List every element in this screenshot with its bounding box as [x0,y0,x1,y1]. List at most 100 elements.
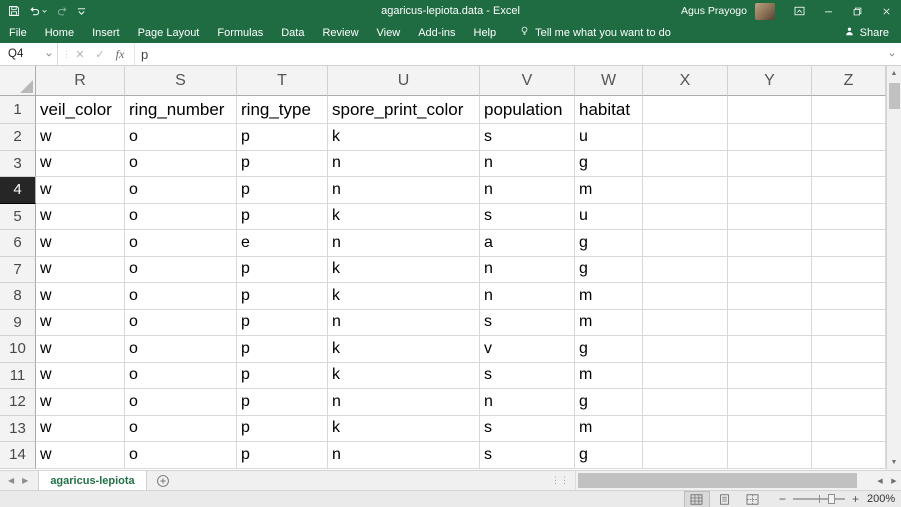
cell-R7[interactable]: w [36,256,125,283]
cell-X8[interactable] [643,283,728,310]
cell-Z4[interactable] [812,177,886,204]
cell-X5[interactable] [643,203,728,230]
row-header-12[interactable]: 12 [0,389,36,416]
cancel-entry-icon[interactable]: ✕ [70,48,90,61]
cell-X11[interactable] [643,362,728,389]
cell-V14[interactable]: s [480,442,575,469]
cell-S8[interactable]: o [125,283,237,310]
new-sheet-button[interactable] [147,471,179,490]
row-header-3[interactable]: 3 [0,150,36,177]
column-header-Z[interactable]: Z [812,66,886,96]
cell-U14[interactable]: n [328,442,480,469]
ribbon-tab-formulas[interactable]: Formulas [208,22,272,43]
cell-S14[interactable]: o [125,442,237,469]
cell-S11[interactable]: o [125,362,237,389]
vertical-scroll-thumb[interactable] [888,83,900,109]
cell-R6[interactable]: w [36,230,125,257]
tell-me-box[interactable]: Tell me what you want to do [519,25,671,40]
cell-Y8[interactable] [728,283,812,310]
cell-V10[interactable]: v [480,336,575,363]
close-button[interactable] [872,0,901,22]
cell-Y12[interactable] [728,389,812,416]
column-header-U[interactable]: U [328,66,480,96]
scrollbar-splitter-icon[interactable]: ⋮⋮ [545,471,575,490]
cell-Y3[interactable] [728,150,812,177]
ribbon-tab-home[interactable]: Home [36,22,83,43]
cell-U1[interactable]: spore_print_color [328,96,480,124]
cell-T11[interactable]: p [237,362,328,389]
cell-Z1[interactable] [812,96,886,124]
restore-button[interactable] [843,0,872,22]
cell-R2[interactable]: w [36,124,125,151]
vertical-scrollbar[interactable]: ▲ ▼ [886,66,901,470]
insert-function-icon[interactable]: fx [110,47,130,62]
cell-Y9[interactable] [728,309,812,336]
cell-T9[interactable]: p [237,309,328,336]
cell-T13[interactable]: p [237,415,328,442]
cell-W2[interactable]: u [575,124,643,151]
cell-X14[interactable] [643,442,728,469]
cell-R11[interactable]: w [36,362,125,389]
cell-T2[interactable]: p [237,124,328,151]
cell-V11[interactable]: s [480,362,575,389]
cell-Z10[interactable] [812,336,886,363]
cell-U5[interactable]: k [328,203,480,230]
cell-V5[interactable]: s [480,203,575,230]
cell-Y2[interactable] [728,124,812,151]
account-name[interactable]: Agus Prayogo [681,5,747,17]
cell-U10[interactable]: k [328,336,480,363]
cell-V8[interactable]: n [480,283,575,310]
cell-Y10[interactable] [728,336,812,363]
cell-S4[interactable]: o [125,177,237,204]
cell-R9[interactable]: w [36,309,125,336]
cell-Z13[interactable] [812,415,886,442]
cell-T6[interactable]: e [237,230,328,257]
zoom-in-icon[interactable]: + [852,492,859,506]
formula-bar-grip-icon[interactable]: ⋮ [62,49,71,60]
ribbon-tab-file[interactable]: File [0,22,36,43]
row-header-7[interactable]: 7 [0,256,36,283]
cell-T10[interactable]: p [237,336,328,363]
cell-X3[interactable] [643,150,728,177]
cell-W4[interactable]: m [575,177,643,204]
cell-U3[interactable]: n [328,150,480,177]
row-header-13[interactable]: 13 [0,415,36,442]
cell-Z9[interactable] [812,309,886,336]
cell-R10[interactable]: w [36,336,125,363]
column-header-S[interactable]: S [125,66,237,96]
cell-V1[interactable]: population [480,96,575,124]
name-box-dropdown-icon[interactable] [45,51,53,58]
sheet-nav-left-icon[interactable]: ◀ [8,476,14,485]
horizontal-scrollbar[interactable]: ◀ ▶ [575,471,901,490]
cell-S3[interactable]: o [125,150,237,177]
cell-S5[interactable]: o [125,203,237,230]
cell-U9[interactable]: n [328,309,480,336]
redo-icon[interactable] [53,0,72,22]
sheet-nav-right-icon[interactable]: ▶ [22,476,28,485]
column-header-R[interactable]: R [36,66,125,96]
row-header-10[interactable]: 10 [0,336,36,363]
ribbon-tab-add-ins[interactable]: Add-ins [409,22,464,43]
page-layout-view-icon[interactable] [713,492,737,507]
row-header-6[interactable]: 6 [0,230,36,257]
customize-qat-icon[interactable] [74,0,89,22]
ribbon-tab-view[interactable]: View [368,22,410,43]
cell-Z5[interactable] [812,203,886,230]
column-header-T[interactable]: T [237,66,328,96]
cell-X9[interactable] [643,309,728,336]
cell-T1[interactable]: ring_type [237,96,328,124]
confirm-entry-icon[interactable]: ✓ [90,48,110,61]
cell-U11[interactable]: k [328,362,480,389]
cell-W9[interactable]: m [575,309,643,336]
cell-V13[interactable]: s [480,415,575,442]
cell-S1[interactable]: ring_number [125,96,237,124]
share-button[interactable]: Share [832,22,901,43]
cell-W5[interactable]: u [575,203,643,230]
row-header-9[interactable]: 9 [0,309,36,336]
cell-Y7[interactable] [728,256,812,283]
cell-Y5[interactable] [728,203,812,230]
cell-V7[interactable]: n [480,256,575,283]
cell-Z14[interactable] [812,442,886,469]
cell-V2[interactable]: s [480,124,575,151]
cell-W7[interactable]: g [575,256,643,283]
